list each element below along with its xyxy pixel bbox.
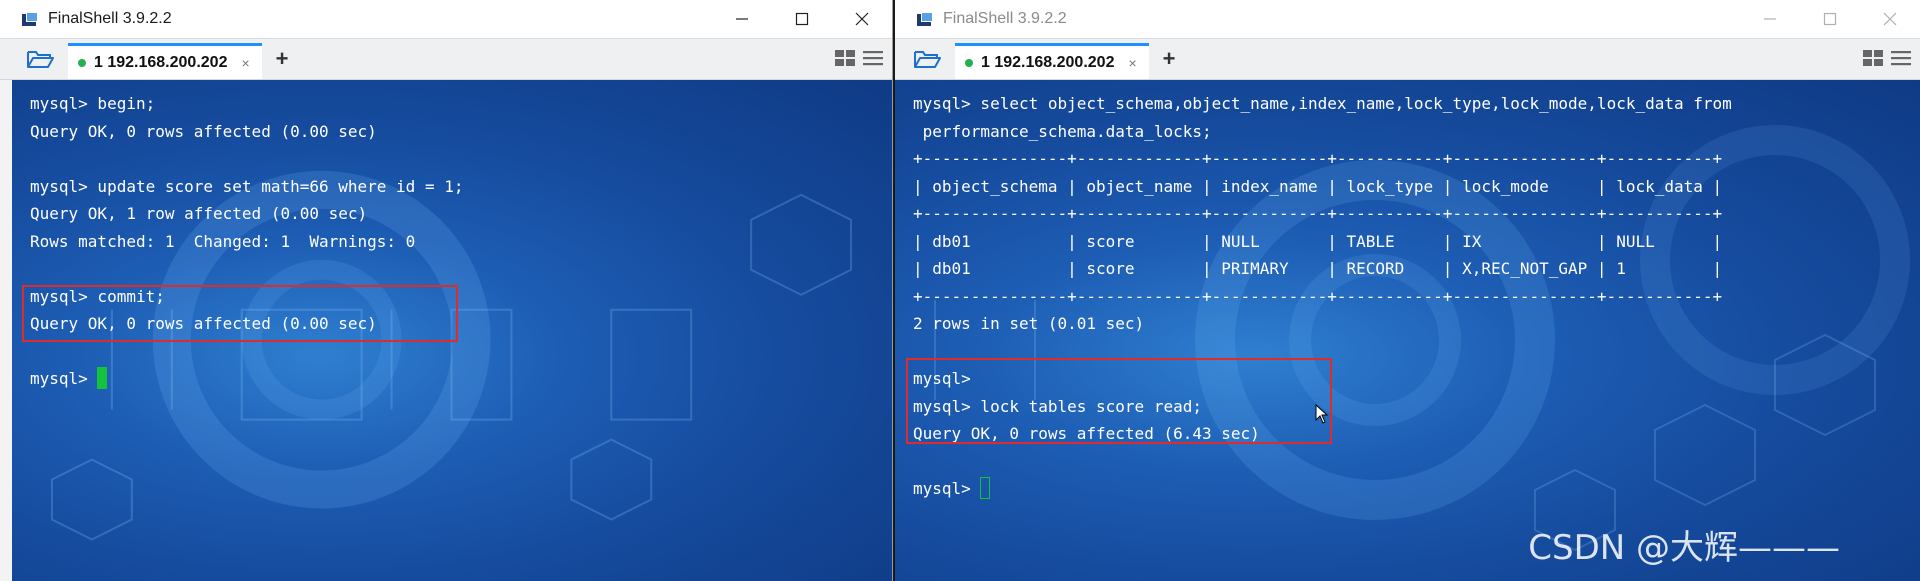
terminal-prompt: mysql> <box>913 479 981 498</box>
title-bar[interactable]: FinalShell 3.9.2.2 <box>895 0 1920 39</box>
table-row: | db01 | score | NULL | TABLE | IX | NUL… <box>913 231 1723 251</box>
terminal-prompt: mysql> <box>30 369 98 388</box>
terminal-area[interactable]: mysql> begin; Query OK, 0 rows affected (… <box>12 80 892 581</box>
terminal-line: mysql> select object_schema,object_name,… <box>913 94 1732 113</box>
highlight-box <box>22 285 458 342</box>
table-border-line: +---------------+-------------+---------… <box>913 149 1723 168</box>
finalshell-app-icon <box>917 12 933 26</box>
minimize-icon[interactable] <box>712 0 772 38</box>
terminal-line: mysql> begin; <box>30 94 156 113</box>
terminal-line: 2 rows in set (0.01 sec) <box>913 314 1145 333</box>
minimize-icon[interactable] <box>1740 0 1800 38</box>
close-icon[interactable] <box>832 0 892 38</box>
terminal-line: Query OK, 1 row affected (0.00 sec) <box>30 204 368 223</box>
table-header-row: | object_schema | object_name | index_na… <box>913 176 1723 196</box>
title-bar[interactable]: FinalShell 3.9.2.2 <box>0 0 892 39</box>
grid-layout-icon[interactable] <box>834 48 856 68</box>
mouse-pointer-icon <box>1315 404 1329 424</box>
tab-bar: 1 192.168.200.202 × + <box>895 39 1920 80</box>
watermark: CSDN @大辉——— <box>1528 528 1840 568</box>
terminal-area[interactable]: mysql> select object_schema,object_name,… <box>895 80 1920 581</box>
terminal-line: Rows matched: 1 Changed: 1 Warnings: 0 <box>30 231 416 251</box>
window-title: FinalShell 3.9.2.2 <box>48 10 172 27</box>
terminal-line: Query OK, 0 rows affected (0.00 sec) <box>30 121 377 141</box>
folder-open-icon[interactable] <box>26 48 54 70</box>
finalshell-app-icon <box>22 12 38 26</box>
tab-session[interactable]: 1 192.168.200.202 × <box>955 43 1149 79</box>
window-title: FinalShell 3.9.2.2 <box>943 10 1067 27</box>
highlight-box <box>906 358 1332 444</box>
table-border-line: +---------------+-------------+---------… <box>913 204 1723 223</box>
table-border-line: +---------------+-------------+---------… <box>913 286 1723 306</box>
add-tab-button[interactable]: + <box>1163 46 1176 72</box>
tab-bar: 1 192.168.200.202 × + <box>0 39 892 80</box>
terminal-cursor <box>980 477 991 499</box>
menu-lines-icon[interactable] <box>862 48 884 68</box>
terminal-line: performance_schema.data_locks; <box>913 121 1212 141</box>
grid-layout-icon[interactable] <box>1862 48 1884 68</box>
folder-open-icon[interactable] <box>913 48 941 70</box>
tab-session[interactable]: 1 192.168.200.202 × <box>68 43 262 79</box>
maximize-icon[interactable] <box>772 0 832 38</box>
terminal-prompt-line: mysql> <box>30 365 463 393</box>
terminal-output: mysql> begin; Query OK, 0 rows affected (… <box>30 90 463 393</box>
connected-status-icon <box>78 58 86 67</box>
tab-label: 1 192.168.200.202 <box>981 53 1115 71</box>
table-row: | db01 | score | PRIMARY | RECORD | X,RE… <box>913 259 1723 278</box>
add-tab-button[interactable]: + <box>276 46 289 72</box>
menu-lines-icon[interactable] <box>1890 48 1912 68</box>
tab-close-icon[interactable]: × <box>241 55 249 71</box>
close-icon[interactable] <box>1860 0 1920 38</box>
finalshell-window-right: FinalShell 3.9.2.2 1 192.168.200.202 × + <box>895 0 1920 581</box>
terminal-prompt-line: mysql> <box>913 475 1732 503</box>
tab-label: 1 192.168.200.202 <box>94 53 228 71</box>
terminal-line: mysql> update score set math=66 where id… <box>30 176 464 196</box>
terminal-cursor <box>97 367 108 389</box>
finalshell-window-left: FinalShell 3.9.2.2 1 192.168.200.202 × + <box>0 0 893 581</box>
connected-status-icon <box>965 58 973 67</box>
maximize-icon[interactable] <box>1800 0 1860 38</box>
tab-close-icon[interactable]: × <box>1128 55 1136 71</box>
